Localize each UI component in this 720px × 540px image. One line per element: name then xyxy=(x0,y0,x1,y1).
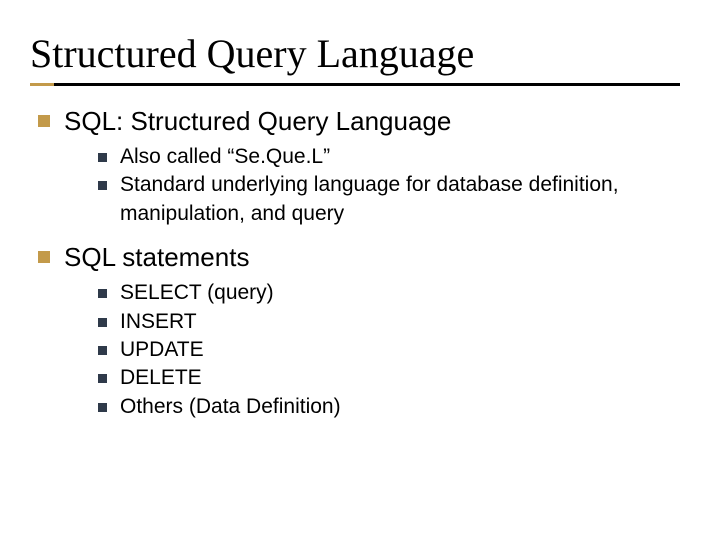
slide-title: Structured Query Language xyxy=(30,30,680,77)
title-underline xyxy=(30,83,680,86)
underline-main xyxy=(54,83,680,86)
slide: Structured Query Language SQL: Structure… xyxy=(0,0,720,540)
sub-list: SELECT (query) INSERT UPDATE DELETE Othe… xyxy=(64,279,680,421)
sub-list-item: DELETE xyxy=(94,364,680,392)
sub-list-item: INSERT xyxy=(94,308,680,336)
sub-list-item: Standard underlying language for databas… xyxy=(94,171,680,228)
sub-list-item: Also called “Se.Que.L” xyxy=(94,143,680,171)
list-item-label: SQL: Structured Query Language xyxy=(64,106,451,136)
bullet-list: SQL: Structured Query Language Also call… xyxy=(30,104,680,421)
sub-list-item: Others (Data Definition) xyxy=(94,393,680,421)
sub-list: Also called “Se.Que.L” Standard underlyi… xyxy=(64,143,680,228)
list-item-label: SQL statements xyxy=(64,242,249,272)
list-item: SQL: Structured Query Language Also call… xyxy=(34,104,680,228)
underline-accent xyxy=(30,83,54,86)
list-item: SQL statements SELECT (query) INSERT UPD… xyxy=(34,240,680,421)
sub-list-item: SELECT (query) xyxy=(94,279,680,307)
sub-list-item: UPDATE xyxy=(94,336,680,364)
